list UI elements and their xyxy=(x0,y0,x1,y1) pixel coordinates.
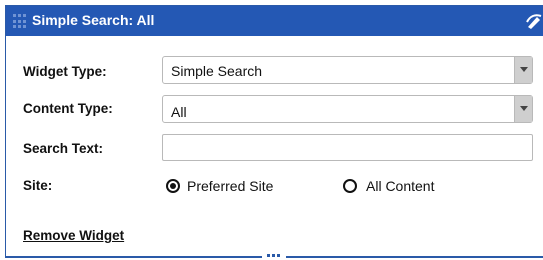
content-type-label: Content Type: xyxy=(23,101,113,116)
widget-type-label: Widget Type: xyxy=(23,64,107,79)
widget-title: Simple Search: All xyxy=(32,12,155,28)
edit-icon[interactable] xyxy=(525,11,543,31)
resize-handle-icon[interactable] xyxy=(262,250,286,260)
radio-preferred-site-label[interactable]: Preferred Site xyxy=(187,178,273,194)
content-type-select[interactable]: All xyxy=(162,95,533,123)
search-text-input[interactable] xyxy=(162,134,533,161)
radio-all-content[interactable] xyxy=(343,179,357,193)
drag-grid-icon[interactable] xyxy=(13,14,28,29)
content-type-value: All xyxy=(171,104,187,120)
widget-titlebar[interactable]: Simple Search: All xyxy=(6,6,543,36)
widget-type-value: Simple Search xyxy=(171,63,263,79)
search-text-label: Search Text: xyxy=(23,141,104,156)
chevron-down-icon[interactable] xyxy=(514,96,532,122)
radio-preferred-site[interactable] xyxy=(166,179,180,193)
radio-all-content-label[interactable]: All Content xyxy=(366,178,434,194)
chevron-down-icon[interactable] xyxy=(514,57,532,83)
widget-type-select[interactable]: Simple Search xyxy=(162,56,533,84)
search-widget: Simple Search: All Widget Type: Simple S… xyxy=(5,5,543,257)
site-label: Site: xyxy=(23,178,53,193)
remove-widget-link[interactable]: Remove Widget xyxy=(23,228,124,243)
